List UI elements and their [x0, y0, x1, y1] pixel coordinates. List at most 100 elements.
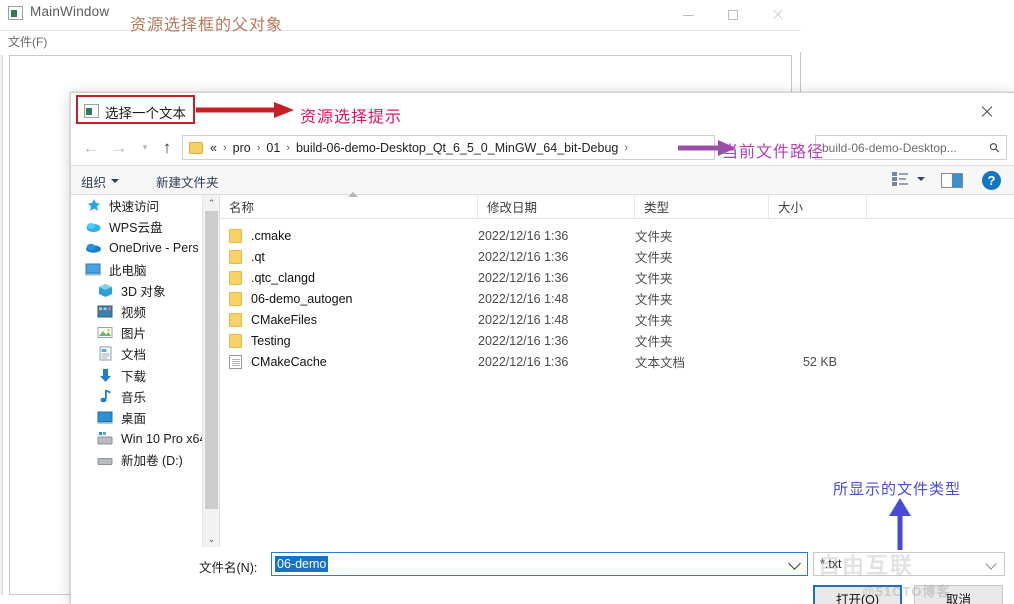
sidebar-item-new-volume-d[interactable]: 新加卷 (D:): [71, 449, 219, 470]
file-type: 文件夹: [635, 230, 673, 245]
cube-icon: [97, 283, 114, 298]
preview-pane-icon[interactable]: [941, 173, 963, 188]
drive-icon: [97, 431, 114, 446]
breadcrumb-separator-trailing[interactable]: ›: [624, 142, 628, 154]
filename-input[interactable]: 06-demo: [271, 552, 808, 576]
chevron-down-icon: [111, 179, 120, 183]
scroll-down-icon[interactable]: ⌄: [203, 531, 219, 547]
minimize-button[interactable]: [665, 0, 711, 30]
sidebar-item-label: WPS云盘: [109, 221, 163, 236]
dialog-command-bar: 组织 新建文件夹 ?: [71, 165, 1014, 195]
chevron-down-icon[interactable]: [985, 558, 997, 570]
sidebar-item-videos[interactable]: 视频: [71, 301, 219, 322]
breadcrumb-item-2[interactable]: build-06-demo-Desktop_Qt_6_5_0_MinGW_64_…: [296, 141, 618, 155]
search-input[interactable]: build-06-demo-Desktop... ⚲: [815, 135, 1007, 160]
open-button[interactable]: 打开(O): [813, 585, 902, 604]
view-options-icon[interactable]: [892, 172, 908, 186]
filename-label: 文件名(N):: [199, 561, 258, 575]
new-folder-button[interactable]: 新建文件夹: [156, 171, 219, 191]
chevron-down-icon[interactable]: ▾: [133, 133, 157, 161]
sidebar-item-music[interactable]: 音乐: [71, 386, 219, 407]
up-icon[interactable]: ↑: [155, 133, 179, 161]
sidebar-item-onedrive[interactable]: OneDrive - Pers: [71, 237, 219, 258]
breadcrumb-root[interactable]: «: [210, 141, 217, 155]
scroll-up-icon[interactable]: ⌃: [203, 195, 219, 211]
forward-icon[interactable]: →: [107, 133, 131, 161]
table-row[interactable]: Testing 2022/12/16 1:36 文件夹: [220, 330, 1014, 351]
screen-root: MainWindow 文件(F) 选择一个文本 ← → ▾ ↑ « › pro …: [0, 0, 1014, 604]
sidebar-item-quick-access[interactable]: 快速访问: [71, 195, 219, 216]
table-row[interactable]: CMakeCache 2022/12/16 1:36 文本文档 52 KB: [220, 351, 1014, 372]
filetype-select[interactable]: *.txt: [813, 552, 1005, 576]
file-type: 文件夹: [635, 272, 673, 287]
sidebar-item-documents[interactable]: 文档: [71, 343, 219, 364]
chevron-down-icon[interactable]: [917, 176, 925, 181]
main-window-titlebar: MainWindow: [0, 0, 801, 30]
scrollbar-thumb[interactable]: [205, 211, 218, 509]
maximize-button[interactable]: [710, 0, 756, 30]
column-header-label: 名称: [229, 201, 255, 215]
folder-icon: [229, 312, 242, 327]
video-icon: [97, 304, 114, 319]
breadcrumb-item-0[interactable]: pro: [233, 141, 251, 155]
menu-item-file[interactable]: 文件(F): [8, 33, 47, 50]
sidebar-item-label: Win 10 Pro x64: [121, 431, 207, 446]
table-row[interactable]: .qt 2022/12/16 1:36 文件夹: [220, 246, 1014, 267]
sidebar-item-win10-drive[interactable]: Win 10 Pro x64: [71, 428, 219, 449]
table-row[interactable]: .cmake 2022/12/16 1:36 文件夹: [220, 225, 1014, 246]
file-list-pane: 名称 修改日期 类型 大小 .cmake 2022/12/16 1:36 文件夹: [220, 192, 1014, 547]
address-bar[interactable]: « › pro › 01 › build-06-demo-Desktop_Qt_…: [182, 135, 715, 160]
file-date: 2022/12/16 1:48: [478, 291, 569, 306]
sidebar-item-label: 新加卷 (D:): [121, 454, 183, 469]
document-icon: [97, 346, 114, 361]
sidebar-item-wps-cloud[interactable]: WPS云盘: [71, 216, 219, 237]
dialog-title: 选择一个文本: [105, 106, 186, 121]
file-type: 文件夹: [635, 293, 673, 308]
sidebar-item-label: 快速访问: [109, 200, 160, 215]
back-icon[interactable]: ←: [79, 133, 103, 161]
dialog-titlebar: 选择一个文本: [71, 93, 1014, 129]
breadcrumb-separator: ›: [256, 141, 261, 154]
folder-icon: [229, 228, 242, 243]
file-open-dialog: 选择一个文本 ← → ▾ ↑ « › pro › 01 › build-06-d…: [70, 92, 1014, 604]
main-window-title: MainWindow: [30, 4, 110, 19]
sidebar-item-desktop[interactable]: 桌面: [71, 407, 219, 428]
breadcrumb-item-1[interactable]: 01: [266, 141, 280, 155]
cancel-button[interactable]: 取消: [914, 585, 1003, 604]
sidebar-item-pictures[interactable]: 图片: [71, 322, 219, 343]
sidebar-item-downloads[interactable]: 下载: [71, 365, 219, 386]
file-date: 2022/12/16 1:36: [478, 270, 569, 285]
column-header-name[interactable]: 名称: [220, 192, 478, 218]
sidebar-item-this-pc[interactable]: 此电脑: [71, 259, 219, 280]
computer-icon: [85, 262, 102, 277]
chevron-down-icon[interactable]: [788, 557, 801, 570]
file-name: .cmake: [251, 228, 292, 243]
organize-label: 组织: [81, 175, 107, 190]
cloud-icon: [85, 219, 102, 234]
folder-icon: [229, 270, 242, 285]
sidebar-scrollbar[interactable]: ⌃ ⌄: [202, 195, 219, 547]
dialog-close-button[interactable]: [967, 98, 1007, 126]
file-type: 文件夹: [635, 335, 673, 350]
close-button[interactable]: [755, 0, 801, 30]
file-type: 文件夹: [635, 314, 673, 329]
table-row[interactable]: 06-demo_autogen 2022/12/16 1:48 文件夹: [220, 288, 1014, 309]
filename-value: 06-demo: [275, 556, 329, 572]
music-icon: [97, 389, 114, 404]
help-icon[interactable]: ?: [982, 171, 1001, 190]
dialog-body: 快速访问 WPS云盘 OneDrive - Pers 此电脑 3D 对象 视频 …: [71, 192, 1014, 547]
file-name: 06-demo_autogen: [251, 291, 353, 306]
organize-button[interactable]: 组织: [81, 171, 120, 191]
column-header-size[interactable]: 大小: [769, 195, 867, 218]
dialog-footer: 文件名(N): 06-demo *.txt 打开(O) 取消: [71, 547, 1014, 604]
table-row[interactable]: .qtc_clangd 2022/12/16 1:36 文件夹: [220, 267, 1014, 288]
file-name: Testing: [251, 333, 291, 348]
file-name: CMakeCache: [251, 354, 327, 369]
sidebar-item-3d-objects[interactable]: 3D 对象: [71, 280, 219, 301]
column-header-date[interactable]: 修改日期: [478, 195, 635, 218]
file-date: 2022/12/16 1:36: [478, 333, 569, 348]
file-type: 文件夹: [635, 251, 673, 266]
sidebar-item-label: 音乐: [121, 390, 147, 405]
column-header-type[interactable]: 类型: [635, 195, 769, 218]
table-row[interactable]: CMakeFiles 2022/12/16 1:48 文件夹: [220, 309, 1014, 330]
